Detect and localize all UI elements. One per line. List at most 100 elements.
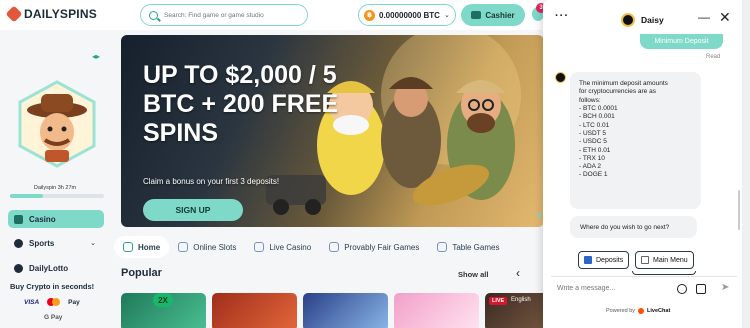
quick-reply-partial[interactable]	[632, 271, 696, 275]
bot-message-line: - LTC 0.01	[579, 121, 610, 129]
search-icon	[149, 10, 158, 20]
agent-avatar-small	[555, 72, 566, 83]
more-options-icon[interactable]: ···	[555, 10, 569, 22]
sidebar: ◂▸ Dailyspin 3h 27m Casino Sports ⌄ Dail…	[0, 30, 110, 328]
user-message-bubble: Minimum Deposit	[640, 34, 723, 49]
logo[interactable]: DAILYSPINS	[5, 5, 97, 23]
bitcoin-icon: ฿	[364, 9, 375, 21]
buy-crypto-heading: Buy Crypto in seconds!	[10, 282, 95, 291]
daily-spin-timer: Dailyspin 3h 27m	[33, 185, 77, 191]
tab-label: Online Slots	[193, 242, 237, 252]
tab-label: Home	[138, 242, 161, 252]
cards-icon	[437, 242, 448, 252]
page: DAILYSPINS ฿ 0.00000000 BTC ⌄ Cashier 3 …	[0, 0, 750, 328]
livechat-brand[interactable]: LiveChat	[647, 308, 670, 314]
sidebar-item-sports[interactable]: Sports ⌄	[8, 234, 104, 252]
tab-label: Provably Fair Games	[344, 242, 420, 252]
show-all-link[interactable]: Show all	[458, 270, 488, 279]
bot-message-line: - DOGE 1	[579, 171, 608, 179]
game-tile[interactable]	[303, 293, 388, 328]
banner-title: UP TO $2,000 / 5 BTC + 200 FREE SPINS	[143, 61, 339, 147]
chat-scrollbar[interactable]	[738, 190, 740, 230]
message-composer: ➤	[551, 276, 737, 300]
mastercard-logo	[47, 298, 61, 306]
livechat-logo-icon	[638, 308, 645, 314]
live-casino-icon	[254, 242, 265, 252]
chevron-down-icon: ⌄	[90, 240, 96, 247]
chevron-down-icon: ⌄	[443, 12, 450, 19]
wallet-icon	[471, 11, 482, 19]
quick-reply-main-menu[interactable]: Main Menu	[635, 251, 694, 269]
send-icon[interactable]: ➤	[721, 282, 729, 293]
bot-message-line: - BCH 0.001	[579, 113, 615, 121]
powered-by: Powered by LiveChat	[606, 308, 670, 314]
bot-question-bubble: Where do you wish to go next?	[570, 216, 697, 238]
language-label: English	[511, 297, 531, 303]
quick-reply-label: Deposits	[596, 256, 624, 264]
game-tile[interactable]: 2X	[121, 293, 206, 328]
live-badge: LIVE	[489, 297, 508, 305]
bot-message-line: - TRX 10	[579, 154, 605, 162]
emoji-icon[interactable]	[677, 284, 687, 294]
tab-table-games[interactable]: Table Games	[428, 236, 508, 258]
game-tile[interactable]	[212, 293, 297, 328]
agent-name: Daisy	[641, 15, 664, 25]
payment-methods: VISA Pay	[24, 298, 80, 306]
sidebar-item-label: DailyLotto	[29, 263, 69, 273]
tab-label: Live Casino	[269, 242, 312, 252]
bot-message-line: - USDT 5	[579, 129, 606, 137]
promo-banner[interactable]: UP TO $2,000 / 5 BTC + 200 FREE SPINS Cl…	[121, 35, 544, 227]
chevron-left-icon[interactable]: ‹	[516, 266, 520, 280]
tab-provably-fair-games[interactable]: Provably Fair Games	[320, 236, 428, 258]
popular-section-title: Popular	[121, 267, 162, 279]
cashier-button[interactable]: Cashier	[461, 4, 525, 26]
sign-up-button[interactable]: SIGN UP	[143, 199, 243, 221]
tab-live-casino[interactable]: Live Casino	[245, 236, 320, 258]
search-bar[interactable]	[140, 4, 308, 26]
bot-message-line: - BTC 0.0001	[579, 104, 618, 112]
bot-message-bubble: The minimum deposit amounts for cryptocur…	[570, 72, 701, 209]
sidebar-item-casino[interactable]: Casino	[8, 210, 104, 228]
powered-by-label: Powered by	[606, 308, 636, 314]
popular-games-row: 2X LIVE English	[121, 293, 555, 328]
multiplier-badge: 2X	[153, 293, 173, 307]
bot-message-line: The minimum deposit amounts	[579, 80, 668, 87]
diamond-icon	[123, 242, 133, 252]
deposits-icon	[584, 256, 592, 264]
apple-pay-logo: Pay	[68, 299, 80, 306]
casino-icon	[14, 214, 23, 224]
minimize-icon[interactable]: —	[698, 10, 710, 24]
sidebar-item-label: Casino	[29, 214, 56, 224]
daily-spin-progress-fill	[10, 194, 43, 198]
bot-message-line: - ADA 2	[579, 163, 602, 171]
bot-message-line: follows:	[579, 96, 601, 104]
sidebar-item-label: Sports	[29, 238, 55, 248]
sign-up-label: SIGN UP	[175, 205, 211, 215]
sidebar-item-dailylotto[interactable]: DailyLotto	[8, 259, 104, 277]
quick-reply-deposits[interactable]: Deposits	[578, 251, 630, 269]
message-input[interactable]	[551, 285, 671, 292]
wallet-balance-select[interactable]: ฿ 0.00000000 BTC ⌄	[358, 4, 456, 26]
tab-online-slots[interactable]: Online Slots	[169, 236, 245, 258]
chat-header: ··· Daisy — ✕	[543, 0, 742, 36]
search-input[interactable]	[164, 11, 304, 19]
bot-message-line: - USDC 5	[579, 138, 607, 146]
collapse-sidebar-icon[interactable]: ◂▸	[92, 52, 100, 61]
bot-message-line: - ETH 0.01	[579, 146, 611, 154]
soccer-ball-icon	[14, 238, 23, 248]
quick-reply-label: Main Menu	[653, 256, 688, 264]
lotto-icon	[14, 263, 23, 273]
logo-text: DAILYSPINS	[24, 7, 97, 21]
attach-icon[interactable]	[696, 284, 706, 294]
game-tile[interactable]	[394, 293, 479, 328]
daily-spin-progress	[10, 194, 104, 198]
page-scrollbar[interactable]	[742, 0, 750, 328]
tab-label: Table Games	[452, 242, 500, 252]
google-pay-logo: G Pay	[44, 314, 63, 321]
tab-home[interactable]: Home	[114, 236, 170, 258]
avatar[interactable]	[17, 80, 97, 168]
provably-fair-icon	[329, 242, 340, 252]
cashier-label: Cashier	[485, 10, 515, 20]
close-icon[interactable]: ✕	[719, 9, 731, 26]
apple-pay-label: Pay	[68, 298, 80, 306]
